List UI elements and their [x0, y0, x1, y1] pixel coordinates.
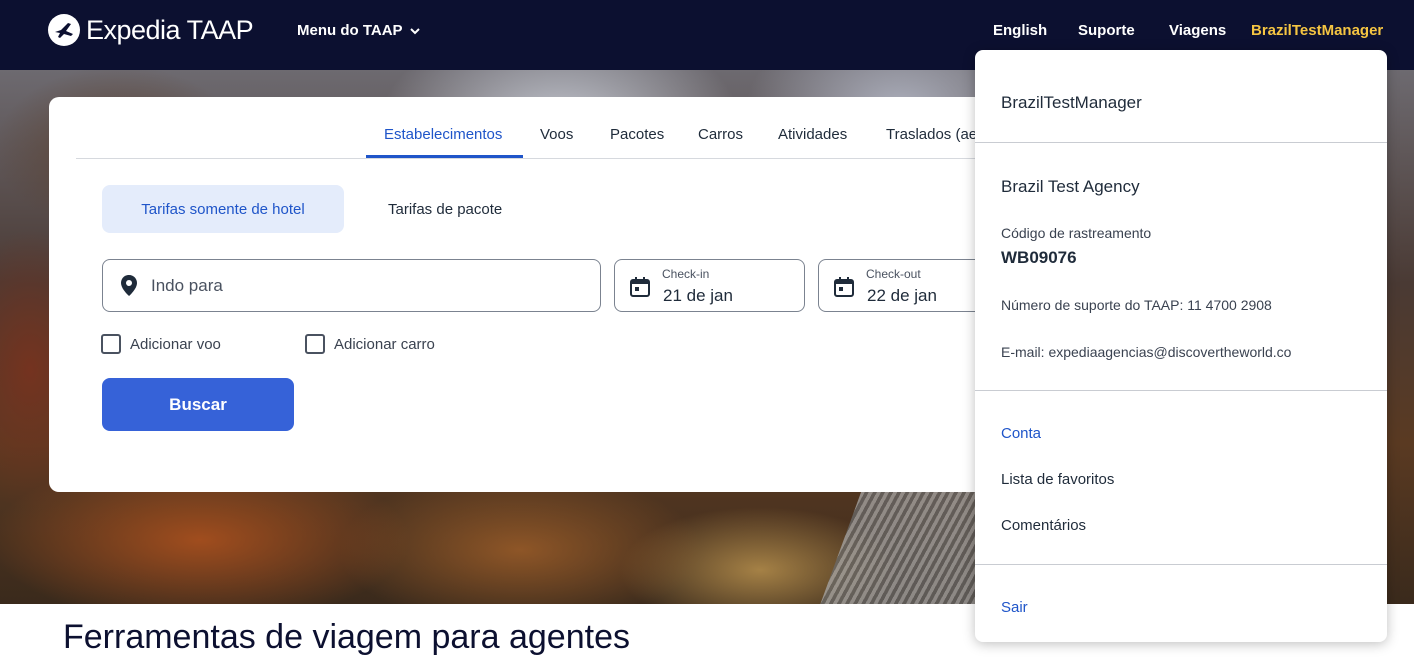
account-link[interactable]: Conta [1001, 425, 1041, 442]
account-username: BrazilTestManager [1001, 93, 1142, 112]
destination-field[interactable] [102, 259, 601, 312]
search-card: Estabelecimentos Voos Pacotes Carros Ati… [49, 97, 1049, 492]
chevron-down-icon [409, 27, 420, 34]
support-number: Número de suporte do TAAP: 11 4700 2908 [1001, 297, 1272, 313]
tracking-code-value: WB09076 [1001, 248, 1077, 267]
checkbox-square[interactable] [305, 334, 325, 354]
search-button[interactable]: Buscar [102, 378, 294, 431]
feedback-link[interactable]: Comentários [1001, 517, 1086, 534]
checkin-date-field[interactable]: Check-in 21 de jan [614, 259, 805, 312]
checkout-value: 22 de jan [867, 286, 937, 305]
menu-divider [975, 390, 1387, 391]
location-pin-icon [121, 274, 137, 296]
brand-name: Expedia TAAP [86, 14, 254, 45]
taap-menu-label: Menu do TAAP [297, 22, 403, 39]
checkin-value: 21 de jan [663, 286, 733, 305]
add-flight-label: Adicionar voo [130, 335, 221, 353]
trips-link[interactable]: Viagens [1169, 22, 1226, 39]
expedia-plane-icon [48, 14, 80, 46]
tab-traslados[interactable]: Traslados (ae [886, 126, 977, 143]
account-dropdown-menu: BrazilTestManager Brazil Test Agency Cód… [975, 50, 1387, 642]
menu-divider [975, 142, 1387, 143]
tab-pacotes[interactable]: Pacotes [610, 126, 664, 143]
favorites-link[interactable]: Lista de favoritos [1001, 471, 1114, 488]
calendar-icon [630, 277, 650, 297]
menu-divider [975, 564, 1387, 565]
calendar-icon [834, 277, 854, 297]
tab-atividades[interactable]: Atividades [778, 126, 847, 143]
user-menu-button[interactable]: BrazilTestManager [1251, 22, 1383, 39]
tab-carros[interactable]: Carros [698, 126, 743, 143]
add-car-label: Adicionar carro [334, 335, 435, 353]
checkin-label: Check-in [662, 267, 710, 281]
support-link[interactable]: Suporte [1078, 22, 1135, 39]
taap-menu-dropdown[interactable]: Menu do TAAP [297, 22, 421, 39]
add-car-checkbox[interactable]: Adicionar carro [305, 334, 435, 354]
checkbox-square[interactable] [101, 334, 121, 354]
destination-input[interactable] [151, 275, 551, 296]
sign-out-link[interactable]: Sair [1001, 599, 1028, 616]
hotel-only-rates-toggle[interactable]: Tarifas somente de hotel [102, 185, 344, 233]
package-rates-toggle[interactable]: Tarifas de pacote [388, 201, 502, 218]
support-email: E-mail: expediaagencias@discovertheworld… [1001, 344, 1292, 360]
section-title: Ferramentas de viagem para agentes [63, 618, 630, 656]
active-tab-indicator [366, 155, 523, 158]
add-flight-checkbox[interactable]: Adicionar voo [101, 334, 221, 354]
agency-name: Brazil Test Agency [1001, 177, 1140, 196]
expedia-taap-logo[interactable]: Expedia TAAP [48, 14, 254, 46]
tabs-divider [76, 158, 1026, 159]
tab-voos[interactable]: Voos [540, 126, 573, 143]
tab-estabelecimentos[interactable]: Estabelecimentos [384, 126, 502, 143]
language-link[interactable]: English [993, 22, 1047, 39]
tracking-code-label: Código de rastreamento [1001, 225, 1152, 241]
checkout-label: Check-out [866, 267, 921, 281]
